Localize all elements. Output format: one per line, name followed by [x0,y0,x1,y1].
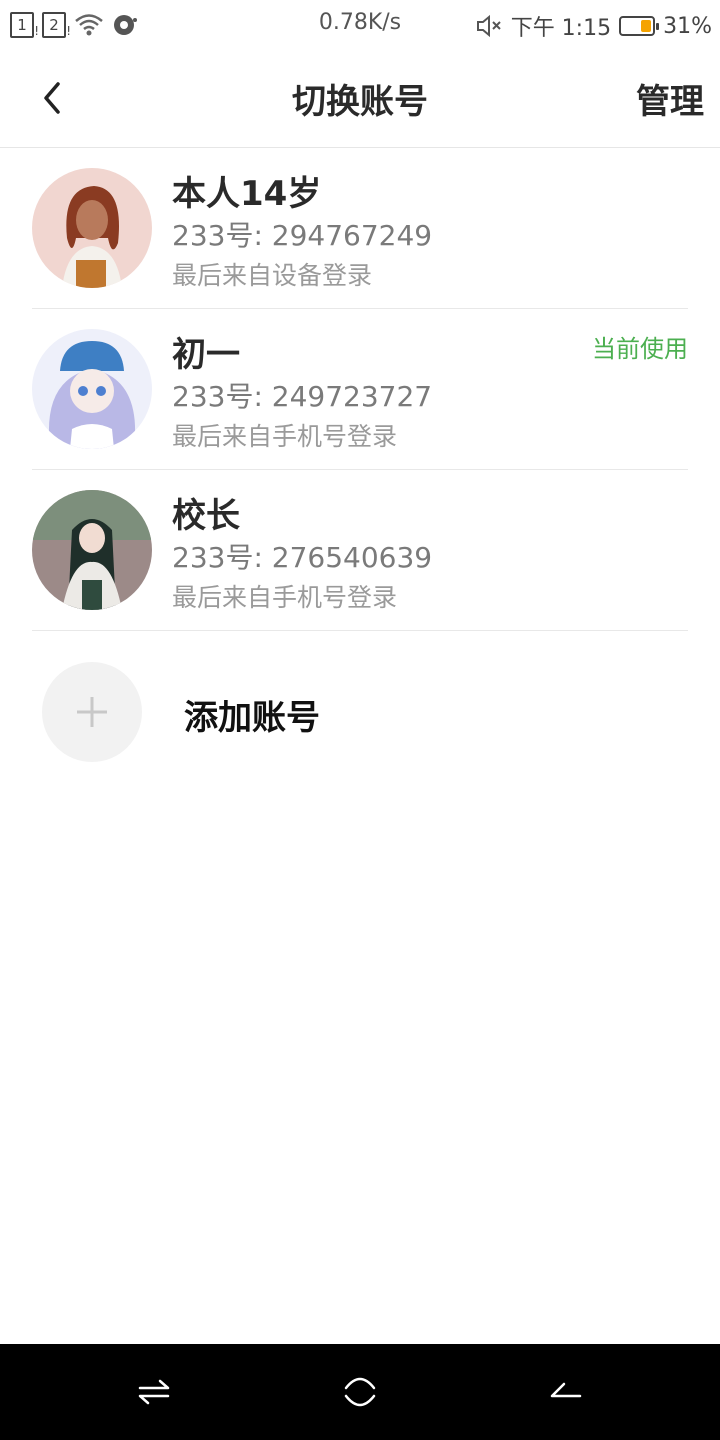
home-icon [344,1377,376,1407]
add-account-label: 添加账号 [184,698,320,738]
account-name: 初一 [172,335,240,375]
status-bar: 1 2 0.78K/s 下午 1:15 31% [0,0,720,50]
account-login-source: 最后来自设备登录 [172,261,373,290]
account-item[interactable]: 初一 当前使用 233号: 249723727 最后来自手机号登录 [32,309,688,470]
avatar [32,329,152,449]
account-item[interactable]: 本人14岁 233号: 294767249 最后来自设备登录 [32,148,688,309]
battery-fill [641,20,652,32]
account-name: 校长 [172,496,240,536]
account-item[interactable]: 校长 233号: 276540639 最后来自手机号登录 [32,470,688,631]
back-icon [550,1382,582,1398]
status-right: 下午 1:15 31% [475,10,712,42]
plus-icon [77,697,107,727]
home-button[interactable] [336,1368,384,1416]
add-account-circle[interactable] [42,662,142,762]
header: 切换账号 管理 [0,50,720,148]
account-id: 233号: 294767249 [172,219,433,252]
battery-percent: 31% [663,13,712,39]
system-nav-bar [0,1344,720,1440]
account-name: 本人14岁 [172,174,322,214]
current-account-badge: 当前使用 [592,335,688,363]
back-nav-button[interactable] [542,1368,590,1416]
recent-apps-button[interactable] [130,1368,178,1416]
clock: 下午 1:15 [510,16,612,41]
account-id: 233号: 249723727 [172,380,433,413]
add-account-button[interactable]: 添加账号 [42,662,642,762]
account-id: 233号: 276540639 [172,541,433,574]
manage-button[interactable]: 管理 [636,74,704,123]
avatar [32,490,152,610]
recent-apps-icon [138,1379,170,1405]
account-list: 本人14岁 233号: 294767249 最后来自设备登录 初一 当前使用 2… [32,148,688,631]
account-login-source: 最后来自手机号登录 [172,583,398,612]
avatar [32,168,152,288]
page-title: 切换账号 [292,82,428,122]
account-login-source: 最后来自手机号登录 [172,422,398,451]
battery-icon [619,16,660,36]
mute-icon [476,14,501,38]
